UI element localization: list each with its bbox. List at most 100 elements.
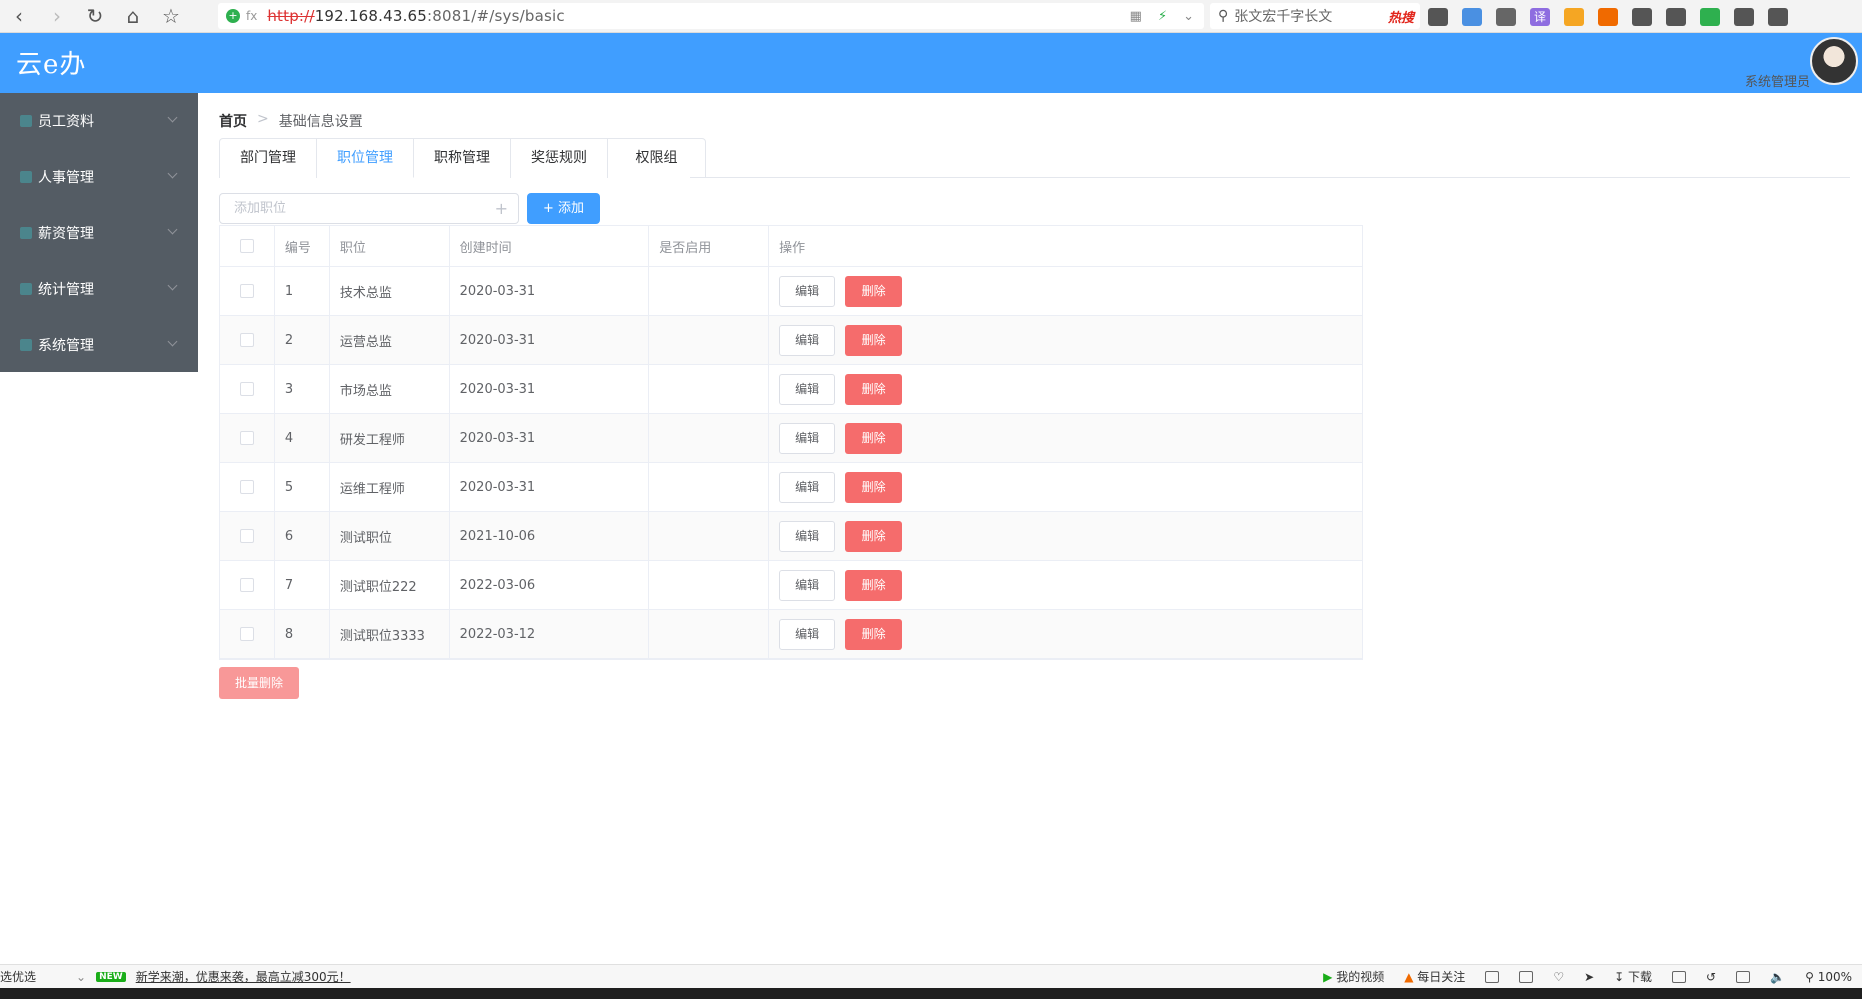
tab-position[interactable]: 职位管理 <box>317 139 414 178</box>
edit-button[interactable]: 编辑 <box>779 569 836 601</box>
edit-button[interactable]: 编辑 <box>779 618 836 650</box>
breadcrumb-separator: > <box>257 111 269 127</box>
sidebar-item-label: 系统管理 <box>38 338 94 354</box>
gamepad-icon[interactable] <box>1672 970 1687 983</box>
row-checkbox[interactable] <box>239 284 254 298</box>
row-checkbox[interactable] <box>239 578 254 592</box>
window-icon[interactable] <box>1736 970 1751 983</box>
row-checkbox[interactable] <box>239 382 254 396</box>
star-icon[interactable]: ☆ <box>152 0 190 33</box>
tab-title[interactable]: 职称管理 <box>414 139 511 178</box>
sidebar-item-statistics[interactable]: 统计管理 <box>0 261 198 317</box>
user-name[interactable]: 系统管理员 <box>1745 71 1810 90</box>
qr-icon[interactable]: ▦ <box>1130 9 1142 24</box>
sidebar-item-label: 员工资料 <box>38 114 94 130</box>
cell-id: 8 <box>275 610 330 658</box>
chevron-down-icon[interactable]: ⌄ <box>76 970 86 984</box>
extension-icons: 译 <box>1428 0 1788 33</box>
address-bar[interactable]: + fx http://192.168.43.65:8081/#/sys/bas… <box>218 3 1204 29</box>
cell-actions: 编辑 删除 <box>769 561 1362 609</box>
edit-button[interactable]: 编辑 <box>779 422 836 454</box>
sidebar-item-personnel[interactable]: 人事管理 <box>0 149 198 205</box>
tab-permission-group[interactable]: 权限组 <box>608 139 705 178</box>
tab-reward-rules[interactable]: 奖惩规则 <box>511 139 608 178</box>
edit-button[interactable]: 编辑 <box>779 520 836 552</box>
delete-button[interactable]: 删除 <box>845 618 903 650</box>
sidebar-item-system[interactable]: 系统管理 <box>0 317 198 373</box>
tab-department[interactable]: 部门管理 <box>220 139 317 178</box>
book-icon[interactable] <box>1428 7 1448 26</box>
rocket-icon[interactable]: ➤ <box>1584 970 1594 984</box>
edit-button[interactable]: 编辑 <box>779 275 836 307</box>
browser-search-box[interactable]: ⚲ 张文宏千字长文 热搜 <box>1210 3 1420 29</box>
shield-icon[interactable] <box>1485 970 1500 983</box>
daily-follow-link[interactable]: ▲ 每日关注 <box>1404 968 1465 985</box>
delete-button[interactable]: 删除 <box>845 324 903 356</box>
cell-created: 2021-10-06 <box>450 512 650 560</box>
home-icon[interactable]: ⌂ <box>114 0 152 33</box>
status-left-label[interactable]: 选优选 <box>0 968 36 985</box>
reload-icon[interactable]: ↻ <box>76 0 114 33</box>
battery-icon[interactable] <box>1700 7 1720 26</box>
promo-link[interactable]: 新学来潮，优惠来袭，最高立减300元！ <box>136 968 351 985</box>
hot-search-badge[interactable]: 热搜 <box>1388 7 1414 26</box>
back-icon[interactable]: ‹ <box>0 0 38 33</box>
image-icon[interactable] <box>1519 970 1534 983</box>
edit-button[interactable]: 编辑 <box>779 471 836 503</box>
delete-button[interactable]: 删除 <box>845 275 903 307</box>
minus-circle-icon[interactable] <box>1462 7 1482 26</box>
translate-icon[interactable]: 译 <box>1530 7 1550 26</box>
row-checkbox[interactable] <box>239 529 254 543</box>
cell-actions: 编辑 删除 <box>769 463 1362 511</box>
sun-icon[interactable] <box>1666 7 1686 26</box>
search-icon: ⚲ <box>1218 8 1229 24</box>
sidebar-item-label: 人事管理 <box>38 170 94 186</box>
chevron-down-icon[interactable]: ⌄ <box>1183 9 1194 24</box>
select-all-checkbox[interactable] <box>239 239 254 253</box>
taskbar <box>0 988 1862 999</box>
add-position-input[interactable]: 添加职位 + <box>219 193 519 224</box>
lightning-icon[interactable]: ⚡ <box>1158 9 1167 24</box>
cell-id: 3 <box>275 365 330 413</box>
menu-icon[interactable] <box>1768 7 1788 26</box>
row-checkbox[interactable] <box>239 627 254 641</box>
row-checkbox[interactable] <box>239 431 254 445</box>
row-checkbox[interactable] <box>239 480 254 494</box>
my-video-link[interactable]: ▶ 我的视频 <box>1323 968 1384 985</box>
sidebar-item-employee[interactable]: 员工资料 <box>0 93 198 149</box>
grid-icon[interactable] <box>1632 7 1652 26</box>
delete-button[interactable]: 删除 <box>845 569 903 601</box>
avatar[interactable] <box>1810 37 1858 85</box>
speaker-icon[interactable]: 🔈 <box>1770 970 1785 984</box>
undo-icon[interactable] <box>1734 7 1754 26</box>
download-link[interactable]: ↧ 下载 <box>1614 968 1652 985</box>
sidebar-item-salary[interactable]: 薪资管理 <box>0 205 198 261</box>
delete-button[interactable]: 删除 <box>845 373 903 405</box>
shield-icon[interactable] <box>1564 7 1584 26</box>
sidebar: 员工资料 人事管理 薪资管理 统计管理 系统管理 <box>0 93 198 372</box>
heart-icon[interactable]: ♡ <box>1553 970 1564 984</box>
table-row: 1 技术总监 2020-03-31 编辑 删除 <box>220 267 1362 316</box>
cell-enabled <box>649 463 770 511</box>
user-icon <box>20 115 32 127</box>
search-text: 张文宏千字长文 <box>1234 9 1333 25</box>
edit-button[interactable]: 编辑 <box>779 324 836 356</box>
breadcrumb-home[interactable]: 首页 <box>219 111 247 131</box>
game-icon[interactable] <box>1598 7 1618 26</box>
refresh-icon[interactable]: ↺ <box>1706 970 1716 984</box>
video-icon: ▶ <box>1323 970 1333 984</box>
table-row: 7 测试职位222 2022-03-06 编辑 删除 <box>220 561 1362 610</box>
batch-delete-button[interactable]: 批量删除 <box>219 667 299 699</box>
cell-position: 运营总监 <box>330 316 450 364</box>
row-checkbox[interactable] <box>239 333 254 347</box>
edit-button[interactable]: 编辑 <box>779 373 836 405</box>
delete-button[interactable]: 删除 <box>845 471 903 503</box>
delete-button[interactable]: 删除 <box>845 520 903 552</box>
scissors-icon[interactable] <box>1496 7 1516 26</box>
delete-button[interactable]: 删除 <box>845 422 903 454</box>
add-button[interactable]: + 添加 <box>527 193 600 224</box>
cell-enabled <box>649 267 770 315</box>
forward-icon[interactable]: › <box>38 0 76 33</box>
cell-position: 研发工程师 <box>330 414 450 462</box>
zoom-level[interactable]: ⚲ 100% <box>1805 970 1852 984</box>
